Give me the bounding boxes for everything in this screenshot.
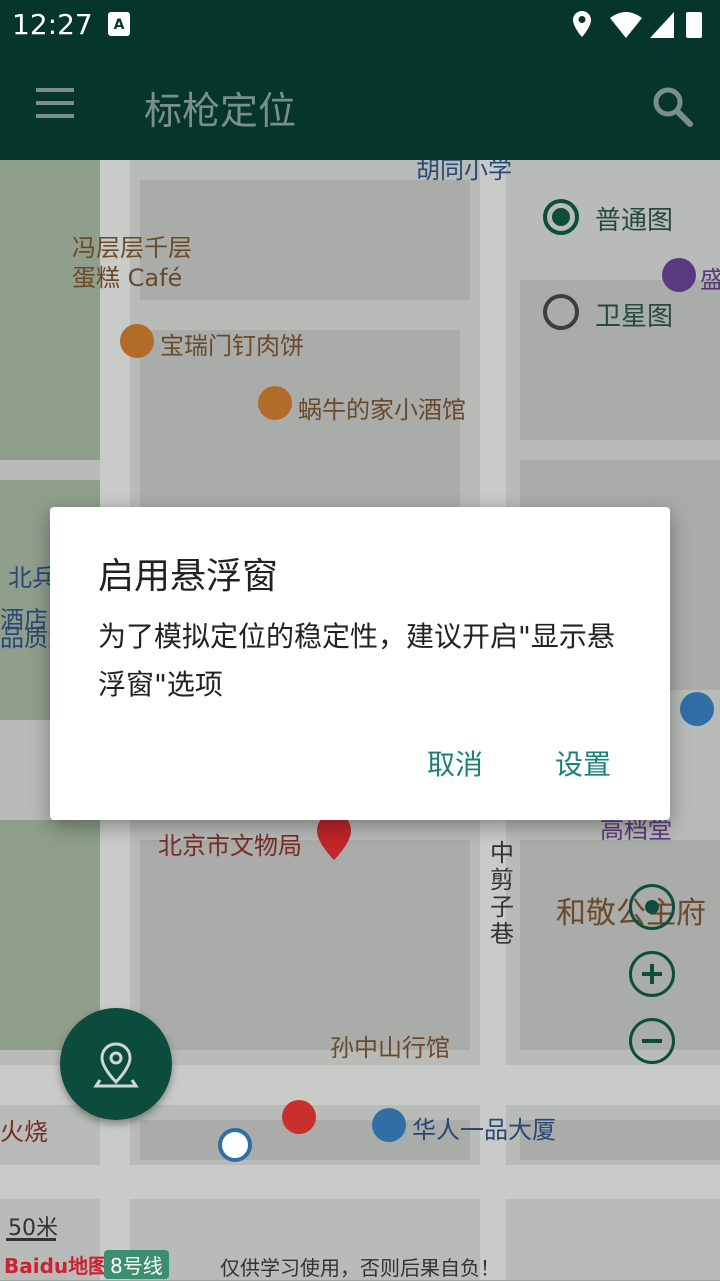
dialog-message: 为了模拟定位的稳定性，建议开启"显示悬浮窗"选项: [98, 620, 615, 701]
status-time: 12:27: [12, 8, 93, 41]
status-bar: 12:27 A: [0, 0, 720, 50]
map-label: 北京市文物局: [158, 832, 302, 860]
radio-normal-map[interactable]: [543, 199, 579, 235]
map-type-satellite-label[interactable]: 卫星图: [595, 296, 673, 333]
map-label: 蛋糕 Café: [72, 264, 183, 292]
zoom-in-icon[interactable]: [629, 951, 675, 997]
map-label: 盛: [700, 266, 720, 294]
kfc-pin-icon: [282, 1100, 316, 1134]
location-pin-icon: [93, 1042, 139, 1088]
signal-icon: [650, 12, 674, 38]
metro-line-label: 8号线: [104, 1250, 169, 1279]
battery-icon: [686, 12, 702, 38]
zoom-out-icon[interactable]: [629, 1018, 675, 1064]
map-label: 宝瑞门钉肉饼: [160, 332, 304, 360]
start-location-button[interactable]: [60, 1008, 172, 1120]
settings-button[interactable]: 设置: [555, 743, 611, 783]
disclaimer-text: 仅供学习使用，否则后果自负！: [220, 1256, 500, 1280]
scale-bar: [6, 1238, 56, 1241]
app-bar: 标枪定位: [0, 50, 720, 160]
hamburger-menu-icon[interactable]: [36, 88, 76, 122]
metro-pin-icon: [218, 1128, 252, 1162]
locate-me-icon[interactable]: [629, 884, 675, 930]
cancel-button[interactable]: 取消: [427, 743, 483, 783]
baidu-logo: Baidu地图: [4, 1254, 109, 1278]
map-label: 火烧: [0, 1118, 48, 1146]
building-pin-icon: [372, 1108, 406, 1142]
restaurant-pin-icon: [120, 324, 154, 358]
street-label: 中剪子巷: [490, 839, 514, 948]
notification-icon: A: [108, 12, 130, 36]
overlay-permission-dialog: 启用悬浮窗 为了模拟定位的稳定性，建议开启"显示悬浮窗"选项 取消 设置: [50, 507, 670, 820]
search-icon[interactable]: [650, 84, 694, 128]
map-type-normal-label[interactable]: 普通图: [595, 200, 673, 237]
map-label: 北兵: [8, 564, 56, 592]
bar-pin-icon: [258, 386, 292, 420]
app-title: 标枪定位: [144, 89, 297, 133]
dialog-title: 启用悬浮窗: [98, 556, 279, 597]
status-icons: [573, 11, 702, 38]
radio-satellite-map[interactable]: [543, 294, 579, 330]
map-label: 孙中山行馆: [330, 1034, 450, 1062]
wifi-icon: [610, 12, 642, 38]
shop-pin-icon: [662, 258, 696, 292]
map-label: 胡同小学: [416, 160, 512, 184]
building-pin-icon: [680, 692, 714, 726]
map-footer: Baidu地图 8号线 仅供学习使用，否则后果自负！: [0, 1250, 720, 1280]
map-label: 蜗牛的家小酒馆: [298, 396, 466, 424]
location-icon: [573, 11, 591, 37]
map-label: 华人一品大厦: [412, 1116, 556, 1144]
